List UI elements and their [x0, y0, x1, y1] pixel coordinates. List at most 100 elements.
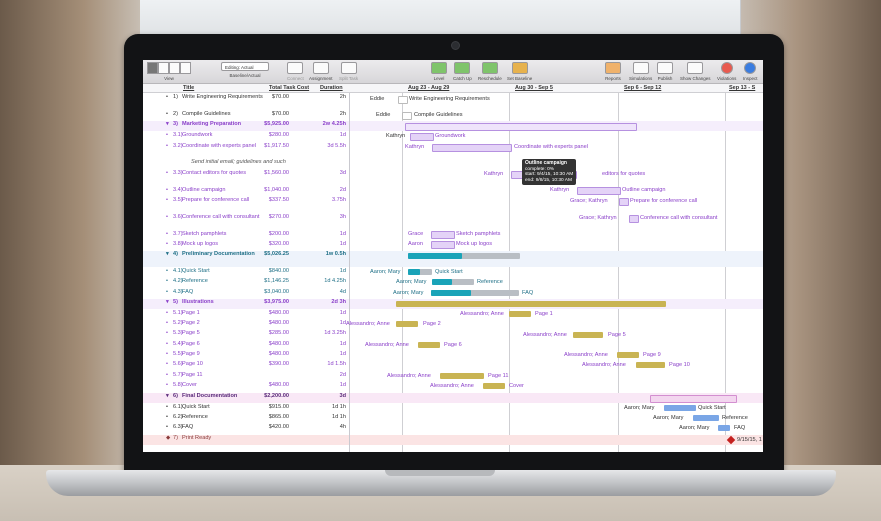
inspect-button[interactable]: Inspect [743, 62, 758, 81]
gantt-bar[interactable] [440, 373, 484, 379]
reschedule-icon [481, 62, 498, 74]
gantt-bar[interactable] [619, 198, 629, 206]
laptop-notch [385, 470, 495, 476]
info-icon [744, 62, 757, 74]
gantt-bar[interactable] [664, 405, 696, 411]
task-row[interactable]: • 5.3) Page 5 $285.00 1d 3.25h [143, 330, 349, 340]
gantt-week-3: Sep 6 - Sep 12 [624, 85, 662, 91]
background-left-wall [0, 0, 140, 521]
task-note: Send initial email; guidelines and such [191, 159, 286, 165]
group-row[interactable]: ▾ 4) Preliminary Documentation $5,026.25 1… [143, 251, 349, 267]
milestone-row[interactable]: ◆ 7) Print Ready [143, 435, 349, 445]
task-row[interactable]: • 3.5) Prepare for conference call $337.5… [143, 197, 349, 213]
connect-button[interactable]: Connect [287, 62, 304, 81]
gantt-bar[interactable] [693, 415, 719, 421]
reschedule-button[interactable]: Reschedule [478, 62, 502, 81]
task-row[interactable]: • 5.6) Page 10 $390.00 1d 1.5h [143, 361, 349, 371]
gantt-bar[interactable] [396, 321, 418, 327]
gantt-bar[interactable] [410, 133, 434, 141]
catch-up-button[interactable]: Catch Up [453, 62, 472, 81]
show-changes-button[interactable]: Show Changes [680, 62, 711, 81]
violations-icon [720, 62, 733, 74]
task-row[interactable]: • 3.7) Sketch pamphlets $200.00 1d [143, 231, 349, 241]
task-row[interactable]: • 5.5) Page 9 $480.00 1d [143, 351, 349, 361]
task-row[interactable]: • 3.4) Outline campaign $1,040.00 2d [143, 187, 349, 197]
task-row[interactable]: • 3.1) Groundwork $280.00 1d [143, 132, 349, 142]
gantt-bar[interactable] [483, 383, 505, 389]
gantt-chart: Eddie Write Engineering Requirements Edd… [346, 93, 763, 452]
task-row[interactable]: • 6.2) Reference $865.00 1d 1h [143, 414, 349, 424]
task-row[interactable]: • 4.1) Quick Start $840.00 1d [143, 268, 349, 278]
gantt-bar[interactable] [617, 352, 639, 358]
view-label: View [164, 76, 174, 81]
catch-up-icon [454, 62, 471, 74]
gantt-week-2: Aug 30 - Sep 5 [515, 85, 553, 91]
group-row[interactable]: ▾ 6) Final Documentation $2,200.00 3d [143, 393, 349, 403]
outline-pane: • 1) Write Engineering Requirements $70.0… [143, 93, 350, 452]
gantt-bar[interactable] [432, 144, 512, 152]
publish-icon [657, 62, 673, 74]
split-task-button[interactable]: Split Task [339, 62, 358, 81]
changes-icon [687, 62, 704, 74]
task-row[interactable]: • 5.7) Page 11 2d [143, 372, 349, 382]
gantt-bar[interactable] [718, 425, 730, 431]
task-row[interactable]: • 4.2) Reference $1,146.25 1d 4.25h [143, 278, 349, 288]
task-row[interactable]: • 2) Compile Guidelines $70.00 2h [143, 111, 349, 121]
task-row[interactable]: • 3.2) Coordinate with experts panel $1,9… [143, 143, 349, 159]
baseline-icon [511, 62, 528, 74]
gantt-bar[interactable] [573, 332, 603, 338]
view-control[interactable]: View [147, 62, 191, 81]
gantt-bar[interactable] [431, 231, 455, 239]
group-row[interactable]: ▾ 3) Marketing Preparation $5,925.00 2w 4.… [143, 121, 349, 131]
task-row[interactable]: • 6.3) FAQ $420.00 4h [143, 424, 349, 434]
gantt-bar[interactable] [418, 342, 440, 348]
task-row[interactable]: • 6.1) Quick Start $915.00 1d 1h [143, 404, 349, 414]
toolbar: View Editing: Actual Baseline/Actual Con… [143, 60, 763, 84]
gantt-bar[interactable] [431, 241, 455, 249]
reports-icon [605, 62, 621, 74]
simulations-button[interactable]: Simulations [629, 62, 652, 81]
gantt-bar[interactable] [509, 311, 531, 317]
task-row[interactable]: • 1) Write Engineering Requirements $70.0… [143, 94, 349, 110]
column-duration[interactable]: Duration [320, 85, 343, 91]
task-row[interactable]: • 4.3) FAQ $3,040.00 4d [143, 289, 349, 299]
gantt-bar[interactable] [398, 96, 408, 104]
column-header-row: Title Total Task Cost Duration Aug 23 - … [143, 84, 763, 93]
level-icon [431, 62, 447, 74]
set-baseline-button[interactable]: Set Baseline [507, 62, 532, 81]
person-icon [312, 62, 329, 74]
task-tooltip: Outline campaign complete: 0% start: 9/4… [522, 159, 577, 186]
group-row[interactable]: ▾ 5) Illustrations $3,975.00 2d 3h [143, 299, 349, 309]
task-row[interactable]: • 5.1) Page 1 $480.00 1d [143, 310, 349, 320]
task-row[interactable]: • 3.3) Contact editors for quotes $1,560.… [143, 170, 349, 186]
gantt-summary-bar[interactable] [405, 123, 637, 131]
simulations-icon [632, 62, 649, 74]
column-title[interactable]: Title [183, 85, 194, 91]
gantt-week-4: Sep 13 - S [729, 85, 756, 91]
link-icon [287, 62, 304, 74]
gantt-bar[interactable] [577, 187, 621, 195]
split-icon [340, 62, 357, 74]
gantt-bar[interactable] [636, 362, 665, 368]
task-row[interactable]: • 3.6) Conference call with consultant $2… [143, 214, 349, 230]
gantt-summary-bar[interactable] [396, 301, 666, 307]
assignment-button[interactable]: Assignment [309, 62, 333, 81]
gantt-bar[interactable] [629, 215, 639, 223]
gantt-progress [408, 253, 462, 259]
gantt-week-1: Aug 23 - Aug 29 [408, 85, 450, 91]
task-row[interactable]: • 3.8) Mock up logos $320.00 1d [143, 241, 349, 251]
baseline-actual-select[interactable]: Editing: Actual Baseline/Actual [221, 62, 269, 78]
gantt-summary-bar[interactable] [650, 395, 737, 403]
task-row[interactable]: • 5.8) Cover $480.00 1d [143, 382, 349, 392]
reports-button[interactable]: Reports [605, 62, 621, 81]
column-cost[interactable]: Total Task Cost [269, 85, 309, 91]
app-window: View Editing: Actual Baseline/Actual Con… [143, 60, 763, 452]
baseline-select-value: Editing: Actual [221, 62, 269, 71]
task-row[interactable]: • 5.4) Page 6 $480.00 1d [143, 341, 349, 351]
level-button[interactable]: Level [431, 62, 447, 81]
task-row[interactable]: • 5.2) Page 2 $480.00 1d [143, 320, 349, 330]
violations-button[interactable]: Violations [717, 62, 736, 81]
gantt-bar[interactable] [402, 112, 412, 120]
publish-button[interactable]: Publish [657, 62, 673, 81]
camera [451, 41, 460, 50]
